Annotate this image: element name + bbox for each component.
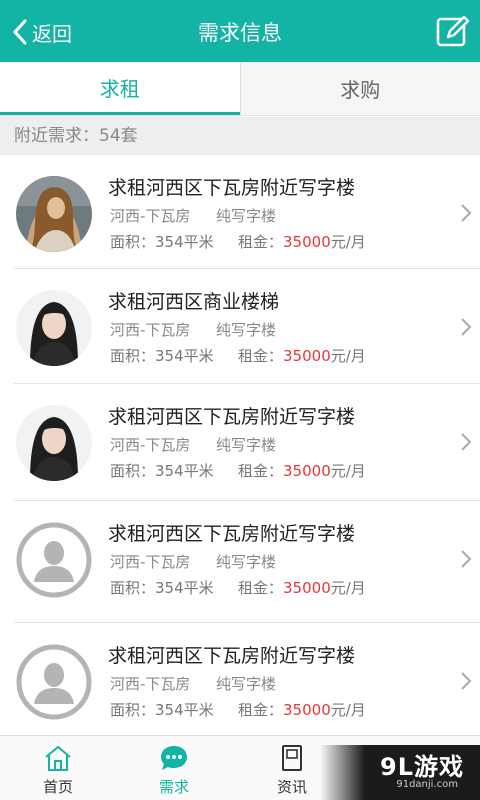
listing-location: 河西-下瓦房	[110, 675, 191, 693]
nav-home[interactable]: 首页	[0, 736, 116, 800]
listing-location: 河西-下瓦房	[110, 207, 191, 225]
listing-rent: 租金：35000元/月	[238, 233, 366, 251]
default-user-icon	[16, 522, 92, 598]
listing-type: 纯写字楼	[216, 675, 277, 693]
listing-rent: 租金：35000元/月	[238, 579, 366, 597]
listing-area: 面积：354平米	[110, 701, 214, 719]
chevron-right-icon	[461, 433, 472, 451]
list-item[interactable]: 求租河西区下瓦房附近写字楼 河西-下瓦房 纯写字楼 面积：354平米 租金：35…	[14, 384, 480, 501]
chat-icon	[161, 746, 187, 770]
listing-title: 求租河西区下瓦房附近写字楼	[108, 177, 356, 199]
listing-type: 纯写字楼	[216, 553, 277, 571]
chevron-right-icon	[461, 318, 472, 336]
default-user-icon	[16, 644, 92, 720]
avatar	[16, 176, 92, 252]
list-item[interactable]: 求租河西区下瓦房附近写字楼 河西-下瓦房 纯写字楼 面积：354平米 租金：35…	[14, 155, 480, 269]
listing-title: 求租河西区下瓦房附近写字楼	[108, 406, 356, 428]
listing-area: 面积：354平米	[110, 462, 214, 480]
watermark-site: 91danji.com	[396, 779, 458, 790]
nav-home-label: 首页	[42, 778, 73, 796]
nearby-count: 附近需求：54套	[0, 117, 480, 155]
edit-icon[interactable]	[436, 15, 470, 47]
nav-demand-label: 需求	[158, 778, 189, 796]
listing-area: 面积：354平米	[110, 347, 214, 365]
listing-location: 河西-下瓦房	[110, 321, 191, 339]
avatar	[16, 522, 92, 598]
chevron-right-icon	[461, 672, 472, 690]
nav-demand[interactable]: 需求	[116, 736, 232, 800]
listing-type: 纯写字楼	[216, 207, 277, 225]
watermark: 9L游戏 91danji.com	[320, 745, 480, 800]
listing-type: 纯写字楼	[216, 436, 277, 454]
tab-buy[interactable]: 求购	[239, 62, 480, 115]
listing-area: 面积：354平米	[110, 579, 214, 597]
list-item[interactable]: 求租河西区商业楼梯 河西-下瓦房 纯写字楼 面积：354平米 租金：35000元…	[14, 269, 480, 384]
list-item[interactable]: 求租河西区下瓦房附近写字楼 河西-下瓦房 纯写字楼 面积：354平米 租金：35…	[14, 623, 480, 735]
home-icon	[45, 746, 71, 771]
chevron-right-icon	[461, 550, 472, 568]
listing-list: 求租河西区下瓦房附近写字楼 河西-下瓦房 纯写字楼 面积：354平米 租金：35…	[0, 155, 480, 735]
avatar	[16, 405, 92, 481]
page-title: 需求信息	[198, 21, 282, 45]
avatar	[16, 290, 92, 366]
list-item[interactable]: 求租河西区下瓦房附近写字楼 河西-下瓦房 纯写字楼 面积：354平米 租金：35…	[14, 501, 480, 623]
listing-location: 河西-下瓦房	[110, 436, 191, 454]
listing-location: 河西-下瓦房	[110, 553, 191, 571]
listing-area: 面积：354平米	[110, 233, 214, 251]
nav-news-label: 资讯	[276, 778, 307, 796]
watermark-brand: 9L游戏	[380, 753, 464, 781]
listing-rent: 租金：35000元/月	[238, 462, 366, 480]
listing-rent: 租金：35000元/月	[238, 701, 366, 719]
tab-rent[interactable]: 求租	[0, 62, 240, 115]
listing-type: 纯写字楼	[216, 321, 277, 339]
tab-bar: 求租 求购	[0, 62, 480, 116]
chevron-right-icon	[461, 204, 472, 222]
top-bar: 返回 需求信息	[0, 0, 480, 62]
listing-title: 求租河西区下瓦房附近写字楼	[108, 523, 356, 545]
listing-title: 求租河西区商业楼梯	[108, 291, 280, 313]
avatar	[16, 644, 92, 720]
news-icon	[282, 745, 302, 771]
listing-title: 求租河西区下瓦房附近写字楼	[108, 645, 356, 667]
listing-rent: 租金：35000元/月	[238, 347, 366, 365]
